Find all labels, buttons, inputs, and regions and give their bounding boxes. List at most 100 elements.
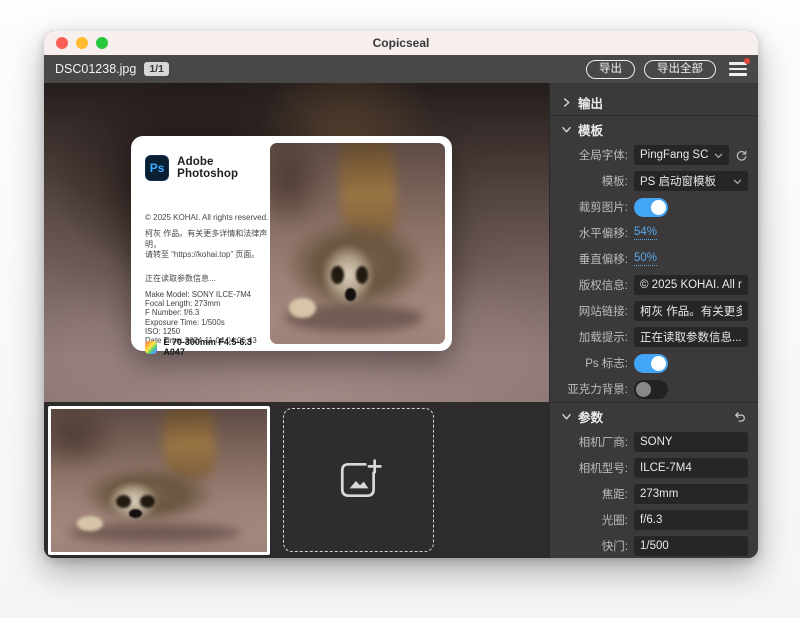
reset-params-icon[interactable] <box>733 410 746 423</box>
exif-focal-length: Focal Length: 273mm <box>145 299 257 308</box>
camera-model-input[interactable] <box>634 458 748 478</box>
thumbnail-strip <box>44 402 549 558</box>
loading-hint-input[interactable] <box>634 327 748 347</box>
row-camera-model: 相机型号: <box>550 455 758 481</box>
card-about-text: 柯灰 作品。有关更多详情和法律声明， 请转至 “https://kohai.to… <box>145 229 270 261</box>
export-button[interactable]: 导出 <box>586 60 635 79</box>
preview-canvas: Ps Adobe Photoshop © 2025 KOHAI. All rig… <box>44 83 549 402</box>
row-camera-make: 相机厂商: <box>550 429 758 455</box>
site-link-label: 网站链接: <box>560 303 628 319</box>
chevron-right-icon <box>562 98 571 107</box>
template-select[interactable]: PS 启动窗模板 <box>634 171 748 191</box>
row-focal-length: 焦距: <box>550 481 758 507</box>
focal-length-label: 焦距: <box>560 486 628 502</box>
menu-bar <box>729 73 747 76</box>
card-app-name: Adobe Photoshop <box>177 156 270 180</box>
photo-rock <box>51 409 122 473</box>
meerkat-nose <box>345 288 356 301</box>
row-global-font: 全局字体: PingFang SC <box>550 142 758 168</box>
crop-image-toggle[interactable] <box>634 198 668 217</box>
loading-hint-label: 加载提示: <box>560 329 628 345</box>
meerkat-eye <box>140 495 155 508</box>
export-all-button[interactable]: 导出全部 <box>644 60 716 79</box>
lens-brand-icon <box>145 341 157 354</box>
panel-template-title: 模板 <box>578 120 603 139</box>
exif-iso: ISO: 1250 <box>145 327 257 336</box>
row-crop-image: 裁剪图片: <box>550 194 758 220</box>
focal-length-input[interactable] <box>634 484 748 504</box>
aperture-input[interactable] <box>634 510 748 530</box>
shutter-label: 快门: <box>560 538 628 554</box>
ps-logo-label: Ps 标志: <box>560 355 628 371</box>
toggle-knob <box>636 382 651 397</box>
watermark-card-preview: Ps Adobe Photoshop © 2025 KOHAI. All rig… <box>131 136 452 351</box>
site-link-input[interactable] <box>634 301 748 321</box>
panel-params-header[interactable]: 参数 <box>550 403 758 429</box>
meerkat-paw <box>77 516 103 530</box>
horizontal-offset-label: 水平偏移: <box>560 225 628 241</box>
vertical-offset-value[interactable]: 50% <box>634 252 657 266</box>
card-copyright: © 2025 KOHAI. All rights reserved. <box>145 213 268 222</box>
global-font-value: PingFang SC <box>640 149 710 161</box>
aperture-label: 光圈: <box>560 512 628 528</box>
template-value: PS 启动窗模板 <box>640 173 729 189</box>
camera-make-label: 相机厂商: <box>560 434 628 450</box>
panel-template-header[interactable]: 模板 <box>550 116 758 142</box>
shutter-input[interactable] <box>634 536 748 556</box>
image-counter-badge: 1/1 <box>144 62 169 76</box>
toggle-knob <box>651 356 666 371</box>
row-copyright-info: 版权信息: <box>550 272 758 298</box>
exif-f-number: F Number: f/6.3 <box>145 308 257 317</box>
horizontal-offset-value[interactable]: 54% <box>634 226 657 240</box>
add-image-dropzone[interactable] <box>283 408 434 552</box>
toolbar: DSC01238.jpg 1/1 导出 导出全部 <box>44 55 758 83</box>
chevron-down-icon <box>714 151 723 160</box>
meerkat-eye <box>356 266 368 284</box>
panel-params-title: 参数 <box>578 407 603 426</box>
photo-rock <box>270 143 328 233</box>
vertical-offset-label: 垂直偏移: <box>560 251 628 267</box>
photoshop-logo-icon: Ps <box>145 155 169 181</box>
menu-icon[interactable] <box>729 62 747 76</box>
row-aperture: 光圈: <box>550 507 758 533</box>
row-loading-hint: 加载提示: <box>550 324 758 350</box>
toggle-knob <box>651 200 666 215</box>
exif-make-model: Make Model: SONY ILCE-7M4 <box>145 290 257 299</box>
window-title: Copicseal <box>44 36 758 50</box>
add-image-icon <box>336 457 382 503</box>
row-horizontal-offset: 水平偏移: 54% <box>550 220 758 246</box>
thumbnail-selected[interactable] <box>48 406 270 555</box>
template-label: 模板: <box>560 173 628 189</box>
row-shutter: 快门: <box>550 533 758 558</box>
card-loading-text: 正在读取参数信息... <box>145 273 216 284</box>
panel-output-title: 输出 <box>578 93 603 112</box>
panel-output-header[interactable]: 输出 <box>550 89 758 115</box>
chevron-down-icon <box>562 125 571 134</box>
row-acrylic-bg: 亚克力背景: <box>550 376 758 402</box>
acrylic-bg-toggle[interactable] <box>634 380 668 399</box>
card-lens-name: E 70-300mm F4.5-6.3 A047 <box>163 337 270 357</box>
meerkat-thumbnail <box>51 409 267 552</box>
camera-make-input[interactable] <box>634 432 748 452</box>
notification-dot <box>744 58 750 64</box>
chevron-down-icon <box>733 177 742 186</box>
copyright-info-input[interactable] <box>634 275 748 295</box>
acrylic-bg-label: 亚克力背景: <box>560 381 628 397</box>
row-template: 模板: PS 启动窗模板 <box>550 168 758 194</box>
chevron-down-icon <box>562 412 571 421</box>
ps-logo-toggle[interactable] <box>634 354 668 373</box>
crop-image-label: 裁剪图片: <box>560 199 628 215</box>
row-site-link: 网站链接: <box>550 298 758 324</box>
meerkat-photo <box>270 143 445 344</box>
global-font-select[interactable]: PingFang SC <box>634 145 729 165</box>
global-font-label: 全局字体: <box>560 147 628 163</box>
row-vertical-offset: 垂直偏移: 50% <box>550 246 758 272</box>
meerkat-eye <box>116 495 131 508</box>
refresh-fonts-icon[interactable] <box>735 149 748 162</box>
row-ps-logo: Ps 标志: <box>550 350 758 376</box>
card-about-line2: 请转至 “https://kohai.top” 页面。 <box>145 250 270 261</box>
camera-model-label: 相机型号: <box>560 460 628 476</box>
copyright-info-label: 版权信息: <box>560 277 628 293</box>
app-window: Copicseal DSC01238.jpg 1/1 导出 导出全部 Ps <box>44 31 758 558</box>
card-photo <box>270 143 445 344</box>
